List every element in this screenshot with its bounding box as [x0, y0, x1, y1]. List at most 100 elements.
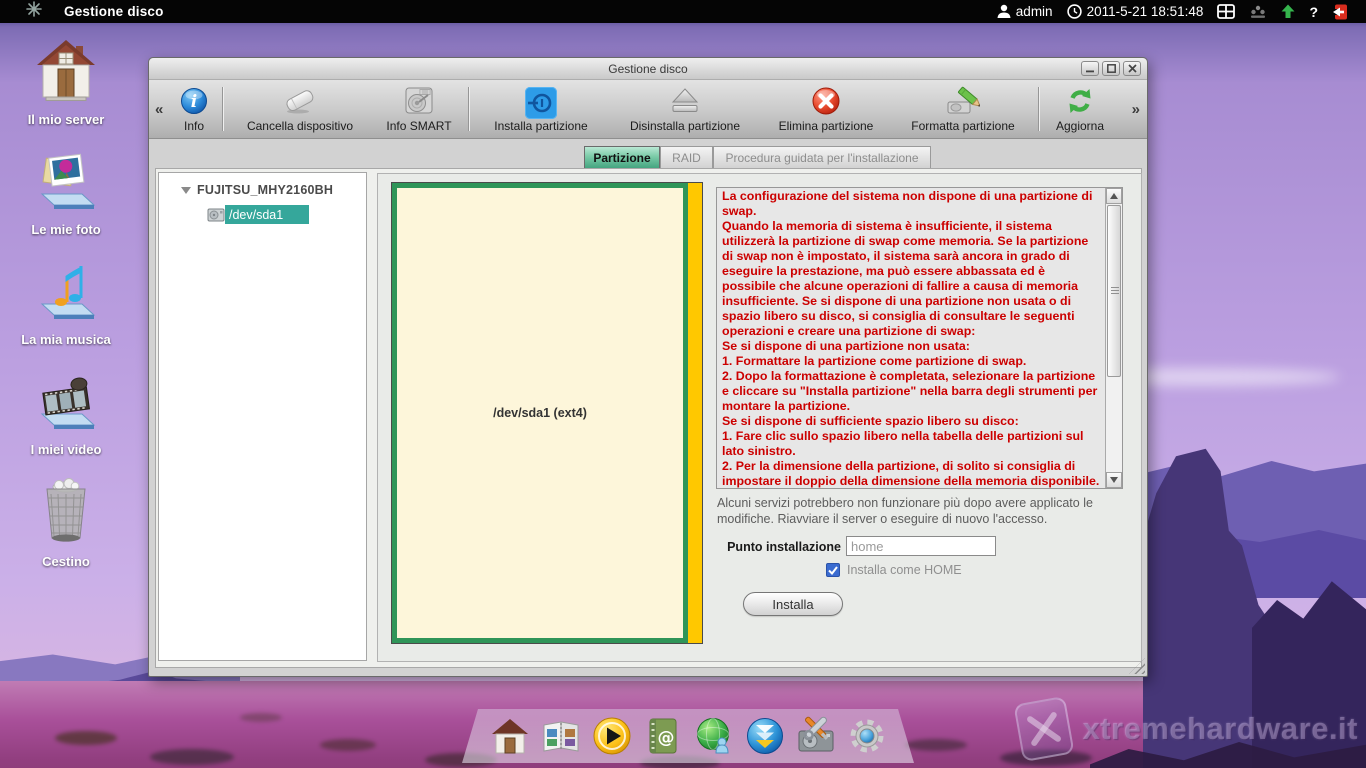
help-button[interactable]: ? [1309, 4, 1318, 20]
dock-download[interactable] [743, 714, 787, 758]
window-title: Gestione disco [149, 62, 1147, 76]
logout-icon[interactable] [1332, 4, 1348, 20]
tree-partition-row[interactable]: /dev/sda1 [207, 205, 309, 224]
clock-display: 2011-5-21 18:51:48 [1067, 4, 1204, 19]
smart-disk-icon [404, 83, 434, 119]
minimize-button[interactable] [1081, 61, 1099, 76]
partition-block-sda1[interactable]: /dev/sda1 (ext4) [392, 183, 688, 643]
videos-icon [34, 368, 98, 434]
unmount-partition-icon [670, 83, 700, 119]
tab-bar: Partizione RAID Procedura guidata per l'… [149, 139, 1147, 168]
toolbar-refresh-button[interactable]: Aggiorna [1043, 80, 1117, 138]
toolbar-mount-partition-button[interactable]: Installa partizione [473, 80, 609, 138]
free-space-block[interactable] [688, 183, 702, 643]
service-notice-text: Alcuni servizi potrebbero non funzionare… [717, 495, 1145, 527]
app-logo-icon [26, 1, 42, 22]
desktop-icon-label: Le mie foto [14, 222, 118, 237]
toolbar-unmount-partition-button[interactable]: Disinstalla partizione [609, 80, 761, 138]
disk-utility-icon [795, 715, 837, 757]
workgroup-icon[interactable] [1249, 5, 1267, 19]
desktop-icon-label: Il mio server [14, 112, 118, 127]
swap-info-panel: La configurazione del sistema non dispon… [716, 187, 1123, 489]
watermark-logo-icon [1014, 696, 1075, 762]
toolbar-scroll-left[interactable]: « [155, 80, 163, 139]
install-button[interactable]: Installa [743, 592, 843, 616]
contacts-icon: @ [642, 715, 684, 757]
home-icon [489, 715, 531, 757]
toolbar-info-button[interactable]: i Info [169, 80, 219, 138]
settings-gear-icon [846, 715, 888, 757]
datetime: 2011-5-21 18:51:48 [1087, 4, 1204, 19]
dock-media-player[interactable] [590, 714, 634, 758]
delete-partition-icon [811, 83, 841, 119]
tree-device-row[interactable]: FUJITSU_MHY2160BH [181, 183, 333, 197]
user-menu[interactable]: admin [997, 4, 1053, 19]
clock-icon [1067, 4, 1082, 19]
desktop-icon-label: La mia musica [14, 332, 118, 347]
toolbar-erase-device-button[interactable]: Cancella dispositivo [227, 80, 373, 138]
svg-text:@: @ [657, 728, 674, 748]
scroll-up-button[interactable] [1106, 188, 1122, 204]
toolbar-smart-info-button[interactable]: Info SMART [373, 80, 465, 138]
tab-install-wizard[interactable]: Procedura guidata per l'installazione [713, 146, 931, 168]
svg-text:i: i [191, 92, 197, 112]
trash-icon [34, 476, 98, 546]
photos-icon [34, 148, 98, 214]
disk-icon [207, 207, 225, 223]
toolbar-format-partition-button[interactable]: Formatta partizione [891, 80, 1035, 138]
toolbar-delete-partition-button[interactable]: Elimina partizione [761, 80, 891, 138]
tab-raid[interactable]: RAID [660, 146, 713, 168]
partition-name: /dev/sda1 [225, 205, 309, 224]
window-titlebar[interactable]: Gestione disco [149, 58, 1147, 80]
window-grid-icon[interactable] [1217, 4, 1235, 19]
download-icon [744, 715, 786, 757]
dock-disk-utility[interactable] [794, 714, 838, 758]
photo-album-icon [540, 715, 582, 757]
scrollbar-thumb[interactable] [1107, 205, 1121, 377]
partition-block-label: /dev/sda1 (ext4) [493, 406, 587, 420]
desktop-icon-my-videos[interactable]: I miei video [14, 368, 118, 457]
server-home-icon [34, 38, 98, 104]
toolbar-scroll-right[interactable]: » [1132, 80, 1140, 139]
dock-messenger[interactable] [692, 714, 736, 758]
close-button[interactable] [1123, 61, 1141, 76]
mount-partition-icon [525, 87, 557, 119]
desktop-icon-my-music[interactable]: La mia musica [14, 258, 118, 347]
scroll-down-button[interactable] [1106, 472, 1122, 488]
dock-photo-album[interactable] [539, 714, 583, 758]
maximize-button[interactable] [1102, 61, 1120, 76]
watermark: xtremehardware.it [1018, 700, 1358, 758]
dock-contacts[interactable]: @ [641, 714, 685, 758]
top-bar: Gestione disco admin 2011-5-21 18:51:48 … [0, 0, 1366, 23]
desktop-icon-trash[interactable]: Cestino [14, 476, 118, 569]
dock-home[interactable] [488, 714, 532, 758]
install-home-checkbox[interactable] [826, 563, 840, 577]
dock-settings[interactable] [845, 714, 889, 758]
desktop-icon-label: I miei video [14, 442, 118, 457]
mount-point-input[interactable] [846, 536, 996, 556]
install-home-label: Installa come HOME [847, 563, 962, 577]
music-icon [34, 258, 98, 324]
media-player-icon [591, 715, 633, 757]
format-partition-icon [946, 83, 980, 119]
disk-management-window: Gestione disco « i Info Cancella [148, 57, 1148, 677]
partition-map: /dev/sda1 (ext4) [391, 182, 703, 644]
desktop-icon-my-photos[interactable]: Le mie foto [14, 148, 118, 237]
user-icon [997, 4, 1011, 19]
mount-point-label: Punto installazione [708, 540, 841, 554]
upload-arrow-icon[interactable] [1281, 4, 1295, 19]
partition-main-panel: /dev/sda1 (ext4) La configurazione del s… [377, 173, 1142, 662]
device-tree-panel: FUJITSU_MHY2160BH /dev/sda1 [158, 172, 367, 661]
watermark-text: xtremehardware.it [1082, 711, 1358, 747]
dock: @ [462, 709, 914, 763]
desktop-icon-my-server[interactable]: Il mio server [14, 38, 118, 127]
active-app-title: Gestione disco [64, 4, 164, 19]
user-name: admin [1016, 4, 1053, 19]
tab-partizione[interactable]: Partizione [584, 146, 660, 168]
info-icon: i [180, 83, 208, 119]
device-name: FUJITSU_MHY2160BH [197, 183, 333, 197]
swap-info-text: La configurazione del sistema non dispon… [717, 188, 1105, 488]
scrollbar[interactable] [1105, 188, 1122, 488]
check-icon [828, 566, 838, 575]
window-toolbar: « i Info Cancella dispositivo [149, 80, 1147, 139]
